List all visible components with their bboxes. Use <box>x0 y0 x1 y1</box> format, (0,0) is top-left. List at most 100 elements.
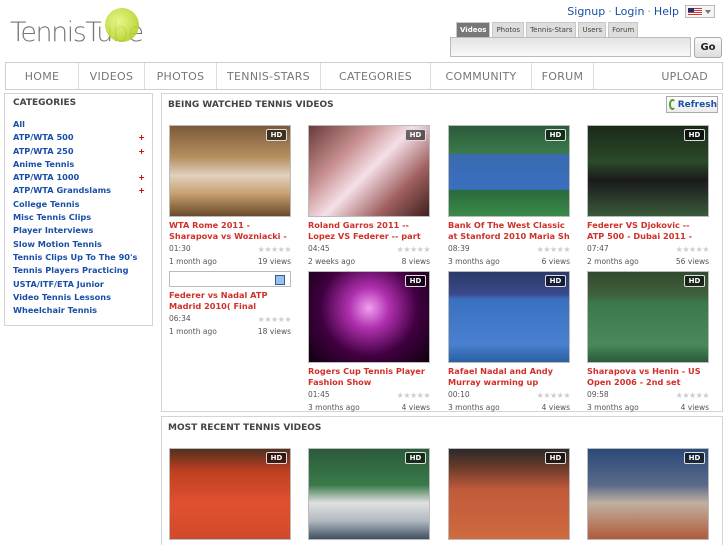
video-age: 3 months ago <box>587 403 639 412</box>
video-meta-row: 2 weeks ago 8 views <box>308 257 430 268</box>
video-card[interactable]: HD Rogers Cup Tennis Player Fashion Show 0… <box>308 271 431 414</box>
nav-categories[interactable]: CATEGORIES <box>321 63 431 89</box>
video-thumbnail[interactable] <box>169 271 291 287</box>
video-card[interactable]: HD Federer VS Djokovic -- ATP 500 - Dubai… <box>587 125 710 268</box>
expand-plus-icon[interactable]: + <box>138 171 145 184</box>
video-card[interactable]: HD Rafael Nadal and Andy Murray warming u… <box>448 271 571 414</box>
video-age: 2 weeks ago <box>308 257 356 266</box>
rating-stars-icon: ★★★★★ <box>257 245 292 254</box>
video-card[interactable]: HD Roland Garros 2011 -- Lopez VS Federer… <box>308 125 431 268</box>
video-card[interactable]: HDROGER FEDERER WINS <box>169 448 291 545</box>
expand-plus-icon[interactable]: + <box>138 145 145 158</box>
hd-badge: HD <box>684 452 705 464</box>
video-card[interactable]: HD Sharapova vs Henin - US Open 2006 - 2n… <box>587 271 710 414</box>
category-label: Wheelchair Tennis <box>13 305 98 316</box>
video-thumbnail[interactable]: HD <box>448 448 570 540</box>
nav-videos[interactable]: VIDEOS <box>79 63 145 89</box>
nav-home[interactable]: HOME <box>6 63 79 89</box>
nav-forum[interactable]: FORUM <box>532 63 594 89</box>
video-age: 1 month ago <box>169 327 217 336</box>
video-age: 3 months ago <box>448 257 500 266</box>
video-title[interactable]: Roland Garros 2011 -- Lopez VS Federer -… <box>308 220 430 242</box>
search-input[interactable] <box>450 37 691 57</box>
hd-badge: HD <box>266 452 287 464</box>
video-thumbnail[interactable]: HD <box>587 448 709 540</box>
help-link[interactable]: Help <box>654 5 679 18</box>
category-item[interactable]: ATP/WTA 500 + <box>13 131 152 144</box>
category-item[interactable]: Misc Tennis Clips <box>13 211 152 224</box>
login-link[interactable]: Login <box>615 5 645 18</box>
video-views: 4 views <box>680 403 709 412</box>
video-views: 19 views <box>257 257 291 266</box>
search-tab-users[interactable]: Users <box>578 22 607 37</box>
video-thumbnail[interactable]: HD <box>448 271 570 363</box>
rating-stars-icon: ★★★★★ <box>675 245 710 254</box>
nav-tennis-stars[interactable]: TENNIS-STARS <box>217 63 321 89</box>
search-tab-videos[interactable]: Videos <box>456 22 491 37</box>
broken-image-icon <box>275 275 285 285</box>
video-title[interactable]: Rogers Cup Tennis Player Fashion Show <box>308 366 430 388</box>
video-card[interactable]: HD WTA Rome 2011 - Sharapova vs Wozniacki… <box>169 125 292 268</box>
site-logo[interactable]: TennisTube <box>10 8 144 48</box>
main-nav: HOME VIDEOS PHOTOS TENNIS-STARS CATEGORIES CO… <box>5 62 723 90</box>
category-item[interactable]: Tennis Clips Up To The 90's <box>13 251 152 264</box>
video-thumbnail[interactable]: HD <box>169 448 291 540</box>
video-age: 3 months ago <box>308 403 360 412</box>
video-title[interactable]: Bank Of The West Classic at Stanford 201… <box>448 220 570 242</box>
search-tab-forum[interactable]: Forum <box>608 22 639 37</box>
video-thumbnail[interactable]: HD <box>169 125 291 217</box>
video-card[interactable]: HDFederer Vs Nadal Final Ita <box>308 448 430 545</box>
video-views: 6 views <box>541 257 570 266</box>
video-title[interactable]: Rafael Nadal and Andy Murray warming up <box>448 366 570 388</box>
category-item[interactable]: All <box>13 118 152 131</box>
video-meta-row: 00:10 ★★★★★ <box>448 390 571 401</box>
video-card[interactable]: HDnadal vs federer - final <box>587 448 709 545</box>
hd-badge: HD <box>405 129 426 141</box>
video-card[interactable]: Federer vs Nadal ATP Madrid 2010( Final … <box>169 271 292 338</box>
us-flag-icon[interactable] <box>685 5 715 18</box>
category-label: Video Tennis Lessons <box>13 291 111 302</box>
category-item[interactable]: Anime Tennis <box>13 158 152 171</box>
video-thumbnail[interactable]: HD <box>587 125 709 217</box>
nav-upload[interactable]: UPLOAD <box>661 63 722 89</box>
category-item[interactable]: Tennis Players Practicing <box>13 264 152 277</box>
refresh-button[interactable]: Refresh <box>666 96 718 113</box>
video-title[interactable]: Federer vs Nadal ATP Madrid 2010( Final … <box>169 290 291 312</box>
search-tab-tennis-stars[interactable]: Tennis-Stars <box>526 22 577 37</box>
category-label: Player Interviews <box>13 225 94 236</box>
expand-plus-icon[interactable]: + <box>138 184 145 197</box>
category-item[interactable]: ATP/WTA Grandslams + <box>13 184 152 197</box>
video-card[interactable]: HD Bank Of The West Classic at Stanford 2… <box>448 125 571 268</box>
search-go-button[interactable]: Go <box>694 37 722 58</box>
video-title[interactable]: Federer VS Djokovic -- ATP 500 - Dubai 2… <box>587 220 709 242</box>
hd-badge: HD <box>684 129 705 141</box>
video-meta-row: 1 month ago 18 views <box>169 327 291 338</box>
video-thumbnail[interactable]: HD <box>308 271 430 363</box>
category-item[interactable]: USTA/ITF/ETA Junior <box>13 278 152 291</box>
nav-photos[interactable]: PHOTOS <box>145 63 217 89</box>
nav-community[interactable]: COMMUNITY <box>431 63 532 89</box>
category-item[interactable]: ATP/WTA 250 + <box>13 145 152 158</box>
video-title[interactable]: Sharapova vs Henin - US Open 2006 - 2nd … <box>587 366 709 388</box>
video-card[interactable]: HDRoland Garros 2011 - Nadal <box>448 448 570 545</box>
search-tab-photos[interactable]: Photos <box>492 22 525 37</box>
category-item[interactable]: Wheelchair Tennis <box>13 304 152 317</box>
video-thumbnail[interactable]: HD <box>448 125 570 217</box>
category-item[interactable]: Player Interviews <box>13 224 152 237</box>
video-age: 1 month ago <box>169 257 217 266</box>
video-title[interactable]: WTA Rome 2011 - Sharapova vs Wozniacki - <box>169 220 291 242</box>
category-item[interactable]: Slow Motion Tennis <box>13 238 152 251</box>
video-thumbnail[interactable]: HD <box>587 271 709 363</box>
category-item[interactable]: College Tennis <box>13 198 152 211</box>
signup-link[interactable]: Signup <box>567 5 605 18</box>
category-item[interactable]: Video Tennis Lessons <box>13 291 152 304</box>
panel-title: MOST RECENT TENNIS VIDEOS <box>168 423 322 433</box>
rating-stars-icon: ★★★★★ <box>257 315 292 324</box>
category-item[interactable]: ATP/WTA 1000 + <box>13 171 152 184</box>
video-duration: 09:58 <box>587 390 609 399</box>
expand-plus-icon[interactable]: + <box>138 131 145 144</box>
video-duration: 08:39 <box>448 244 470 253</box>
video-views: 18 views <box>257 327 291 336</box>
video-thumbnail[interactable]: HD <box>308 125 430 217</box>
video-thumbnail[interactable]: HD <box>308 448 430 540</box>
